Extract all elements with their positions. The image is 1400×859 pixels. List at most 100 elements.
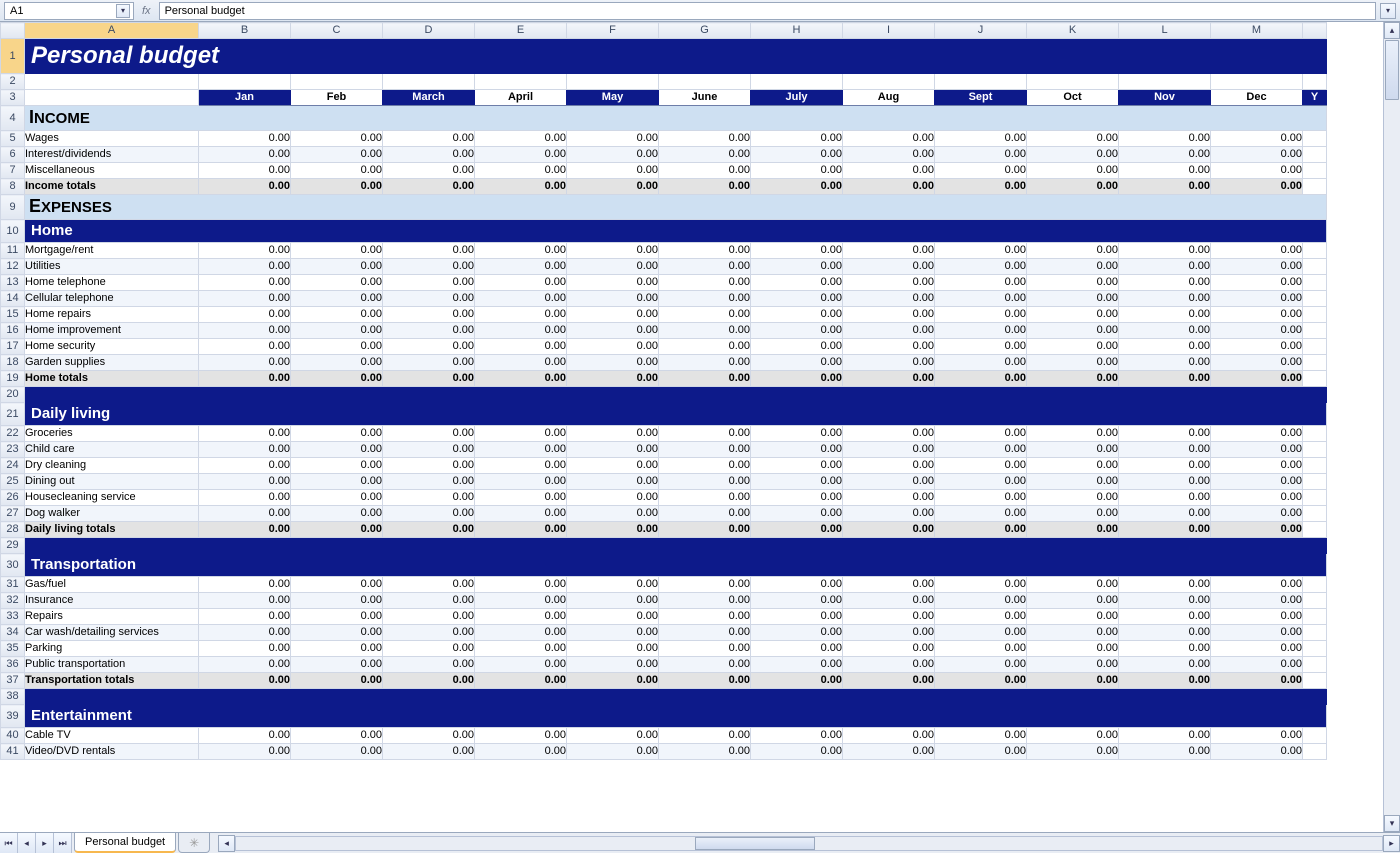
cell[interactable]: 0.00 (659, 179, 751, 195)
cell[interactable]: 0.00 (475, 291, 567, 307)
row-label[interactable]: Home repairs (25, 307, 199, 323)
month-header[interactable]: Oct (1027, 90, 1119, 106)
col-header-A[interactable]: A (25, 23, 199, 39)
cell[interactable] (1303, 147, 1327, 163)
cell[interactable]: 0.00 (383, 522, 475, 538)
cell[interactable]: 0.00 (935, 673, 1027, 689)
cell[interactable]: 0.00 (935, 355, 1027, 371)
cell[interactable]: 0.00 (383, 744, 475, 760)
cell[interactable]: 0.00 (659, 593, 751, 609)
cell[interactable]: 0.00 (1027, 577, 1119, 593)
row-label[interactable]: Public transportation (25, 657, 199, 673)
row-header[interactable]: 3 (1, 90, 25, 106)
cell[interactable]: 0.00 (567, 609, 659, 625)
cell[interactable]: 0.00 (383, 577, 475, 593)
row-header[interactable]: 2 (1, 74, 25, 90)
cell[interactable]: 0.00 (751, 179, 843, 195)
cell[interactable]: 0.00 (199, 625, 291, 641)
cell[interactable] (1303, 259, 1327, 275)
row-header[interactable]: 35 (1, 641, 25, 657)
cell[interactable]: 0.00 (659, 744, 751, 760)
cell[interactable]: 0.00 (199, 657, 291, 673)
row-header[interactable]: 29 (1, 538, 25, 554)
cell[interactable]: 0.00 (1211, 339, 1303, 355)
cell[interactable]: 0.00 (935, 490, 1027, 506)
spreadsheet-grid[interactable]: A B C D E F G H I J K L M 1 Personal bud… (0, 22, 1327, 760)
cell[interactable]: 0.00 (567, 490, 659, 506)
cell[interactable]: 0.00 (659, 131, 751, 147)
cell[interactable]: 0.00 (291, 426, 383, 442)
row-header[interactable]: 8 (1, 179, 25, 195)
col-header-F[interactable]: F (567, 23, 659, 39)
cell[interactable]: 0.00 (1211, 163, 1303, 179)
cell[interactable]: 0.00 (935, 625, 1027, 641)
cell[interactable] (1303, 458, 1327, 474)
cell[interactable] (1303, 179, 1327, 195)
row-header[interactable]: 22 (1, 426, 25, 442)
cell[interactable]: 0.00 (475, 339, 567, 355)
cell[interactable]: 0.00 (1211, 291, 1303, 307)
row-header[interactable]: 34 (1, 625, 25, 641)
row-label[interactable]: Transportation totals (25, 673, 199, 689)
cell[interactable]: 0.00 (935, 243, 1027, 259)
cell[interactable]: 0.00 (291, 673, 383, 689)
cell[interactable]: 0.00 (1211, 147, 1303, 163)
cell[interactable]: 0.00 (475, 657, 567, 673)
scroll-left-icon[interactable]: ◂ (218, 835, 235, 852)
cell[interactable] (1303, 426, 1327, 442)
sheet-tab-active[interactable]: Personal budget (74, 833, 176, 853)
cell[interactable]: 0.00 (475, 259, 567, 275)
cell[interactable]: 0.00 (935, 275, 1027, 291)
cell[interactable]: 0.00 (1119, 506, 1211, 522)
cell[interactable]: 0.00 (1119, 625, 1211, 641)
cell[interactable]: 0.00 (1027, 339, 1119, 355)
cell[interactable]: 0.00 (751, 673, 843, 689)
cell[interactable]: 0.00 (383, 442, 475, 458)
cell[interactable]: 0.00 (751, 323, 843, 339)
cell[interactable]: 0.00 (1119, 728, 1211, 744)
cell[interactable]: 0.00 (291, 506, 383, 522)
cell[interactable]: 0.00 (659, 163, 751, 179)
cell[interactable]: 0.00 (291, 490, 383, 506)
cell[interactable]: 0.00 (659, 506, 751, 522)
cell[interactable]: 0.00 (567, 307, 659, 323)
cell[interactable]: 0.00 (659, 275, 751, 291)
cell[interactable] (475, 74, 567, 90)
cell[interactable]: 0.00 (843, 259, 935, 275)
vertical-scrollbar[interactable]: ▴ ▾ (1383, 22, 1400, 832)
cell[interactable]: 0.00 (199, 243, 291, 259)
cell[interactable]: 0.00 (199, 147, 291, 163)
cell[interactable] (25, 90, 199, 106)
cell[interactable]: 0.00 (383, 323, 475, 339)
cell[interactable]: 0.00 (291, 522, 383, 538)
cell[interactable]: 0.00 (1211, 577, 1303, 593)
row-header[interactable]: 37 (1, 673, 25, 689)
cell[interactable]: 0.00 (199, 307, 291, 323)
cell[interactable]: 0.00 (751, 577, 843, 593)
col-header-B[interactable]: B (199, 23, 291, 39)
cell[interactable]: 0.00 (659, 522, 751, 538)
cell[interactable]: 0.00 (199, 522, 291, 538)
cell[interactable]: 0.00 (383, 131, 475, 147)
cell[interactable]: 0.00 (291, 179, 383, 195)
cell[interactable]: 0.00 (1027, 243, 1119, 259)
col-header-M[interactable]: M (1211, 23, 1303, 39)
cell[interactable]: 0.00 (1027, 307, 1119, 323)
cell[interactable]: 0.00 (383, 291, 475, 307)
cell[interactable]: 0.00 (935, 506, 1027, 522)
cell[interactable]: 0.00 (659, 442, 751, 458)
cell[interactable]: 0.00 (1119, 673, 1211, 689)
cell[interactable]: 0.00 (935, 641, 1027, 657)
cell[interactable]: 0.00 (291, 339, 383, 355)
cell[interactable]: 0.00 (935, 307, 1027, 323)
row-header[interactable]: 28 (1, 522, 25, 538)
row-header[interactable]: 18 (1, 355, 25, 371)
cell[interactable]: 0.00 (567, 355, 659, 371)
cell[interactable]: 0.00 (1211, 609, 1303, 625)
month-header[interactable]: Aug (843, 90, 935, 106)
cell[interactable]: 0.00 (475, 474, 567, 490)
row-label[interactable]: Garden supplies (25, 355, 199, 371)
cell[interactable]: 0.00 (843, 657, 935, 673)
col-header-D[interactable]: D (383, 23, 475, 39)
cell[interactable] (1303, 625, 1327, 641)
